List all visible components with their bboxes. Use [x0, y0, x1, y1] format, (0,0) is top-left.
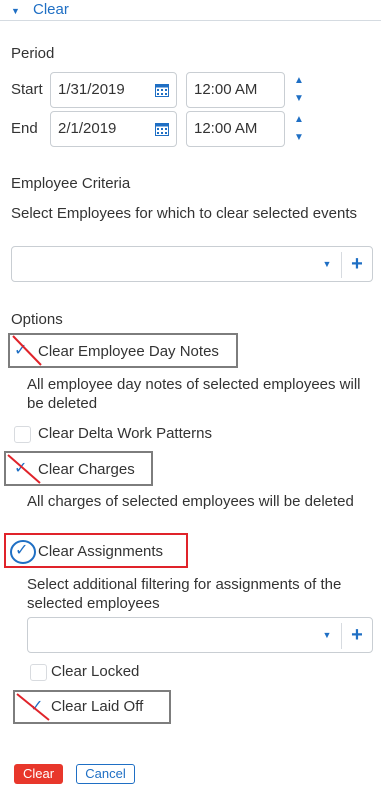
chevron-down-icon[interactable]: ▼	[314, 618, 340, 652]
strike-annotation-icon	[16, 693, 50, 721]
assignments-filter-select[interactable]: ▼ +	[27, 617, 373, 653]
start-time-input[interactable]: 12:00 AM	[186, 72, 285, 108]
calendar-icon[interactable]	[155, 123, 169, 136]
chevron-down-icon[interactable]: ▼	[314, 247, 340, 281]
start-date-value: 1/31/2019	[58, 81, 125, 98]
start-date-input[interactable]: 1/31/2019	[50, 72, 177, 108]
strike-annotation-icon	[7, 454, 41, 484]
calendar-icon[interactable]	[155, 84, 169, 97]
caret-down-icon[interactable]: ▼	[11, 6, 20, 16]
clear-button[interactable]: Clear	[14, 764, 63, 784]
end-label: End	[11, 120, 38, 137]
end-time-spinner[interactable]: ▲ ▼	[289, 111, 309, 147]
chevron-up-icon[interactable]: ▲	[289, 112, 309, 128]
clear-employee-day-notes-description: All employee day notes of selected emplo…	[27, 376, 361, 412]
clear-delta-work-patterns-label[interactable]: Clear Delta Work Patterns	[38, 425, 212, 443]
divider	[341, 623, 342, 649]
end-date-value: 2/1/2019	[58, 120, 117, 137]
plus-icon[interactable]: +	[344, 618, 370, 652]
clear-charges-label[interactable]: Clear Charges	[38, 461, 135, 479]
employee-criteria-description: Select Employees for which to clear sele…	[11, 205, 358, 222]
clear-locked-label[interactable]: Clear Locked	[51, 663, 139, 681]
section-title[interactable]: Clear	[33, 1, 69, 19]
clear-assignments-label[interactable]: Clear Assignments	[38, 543, 163, 561]
chevron-up-icon[interactable]: ▲	[289, 73, 309, 89]
clear-laid-off-label[interactable]: Clear Laid Off	[51, 698, 143, 716]
start-time-spinner[interactable]: ▲ ▼	[289, 72, 309, 108]
start-label: Start	[11, 81, 43, 98]
clear-assignments-description: Select additional filtering for assignme…	[27, 576, 342, 612]
plus-icon[interactable]: +	[344, 247, 370, 281]
divider	[341, 252, 342, 278]
end-date-input[interactable]: 2/1/2019	[50, 111, 177, 147]
employee-select[interactable]: ▼ +	[11, 246, 373, 282]
clear-delta-work-patterns-checkbox[interactable]	[14, 426, 31, 443]
cancel-button[interactable]: Cancel	[76, 764, 135, 784]
chevron-down-icon[interactable]: ▼	[289, 91, 309, 107]
chevron-down-icon[interactable]: ▼	[289, 130, 309, 146]
header-divider	[0, 20, 381, 21]
end-time-input[interactable]: 12:00 AM	[186, 111, 285, 147]
options-heading: Options	[11, 311, 63, 328]
period-heading: Period	[11, 45, 55, 62]
checkmark-icon[interactable]: ✓	[15, 543, 28, 559]
clear-locked-checkbox[interactable]	[30, 664, 47, 681]
clear-employee-day-notes-label[interactable]: Clear Employee Day Notes	[38, 343, 219, 361]
employee-criteria-heading: Employee Criteria	[11, 175, 131, 192]
clear-charges-description: All charges of selected employees will b…	[27, 493, 354, 510]
